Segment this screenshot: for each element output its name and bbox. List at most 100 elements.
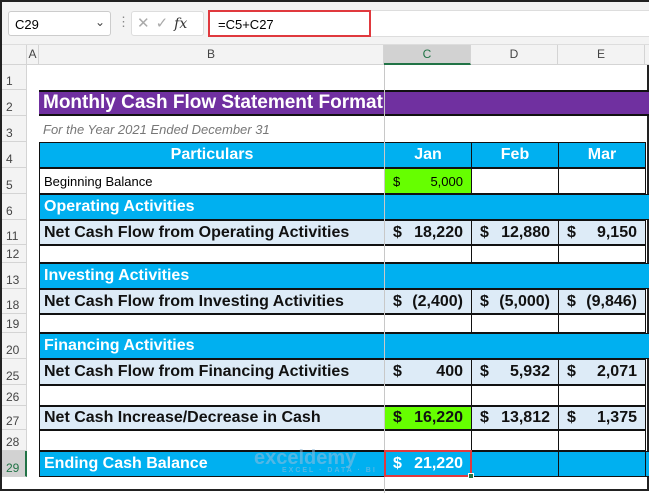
row-header-1[interactable]: 1 (2, 65, 27, 90)
amount: 16,220 (414, 409, 463, 426)
subtitle-cell[interactable]: For the Year 2021 Ended December 31 (39, 116, 384, 142)
value-cell[interactable]: $400 (384, 359, 472, 385)
empty-cell[interactable] (471, 245, 559, 263)
value-cell[interactable] (471, 451, 559, 477)
row-number: 4 (6, 152, 13, 166)
row-number: 28 (6, 435, 20, 449)
function-icon[interactable]: fx (174, 16, 187, 32)
empty-cell[interactable] (558, 385, 646, 406)
month-label: Jan (414, 146, 442, 163)
row-header-4[interactable]: 4 (2, 142, 27, 168)
value-cell[interactable]: $ (5,000) (471, 289, 559, 314)
value-cell[interactable]: $5,000 (384, 168, 472, 194)
section-label: Financing Activities (44, 337, 195, 354)
row-header-19[interactable]: 19 (2, 314, 27, 333)
name-box-value: C29 (15, 17, 39, 32)
empty-cell[interactable] (384, 245, 472, 263)
label-cell[interactable]: Beginning Balance (39, 168, 385, 194)
value-cell[interactable] (558, 451, 646, 477)
header-month[interactable]: Jan (384, 142, 472, 168)
column-header-a[interactable]: A (27, 45, 39, 65)
section-header[interactable]: Financing Activities (39, 333, 649, 359)
row-header-5[interactable]: 5 (2, 168, 27, 194)
column-header-c[interactable]: C (384, 45, 471, 65)
value-cell[interactable]: $ (9,846) (558, 289, 646, 314)
value-cell[interactable]: $16,220 (384, 406, 472, 430)
label-cell[interactable]: Net Cash Flow from Financing Activities (39, 359, 385, 385)
value-cell[interactable]: $ (2,400) (384, 289, 472, 314)
column-header-f[interactable] (645, 45, 649, 65)
row-header-26[interactable]: 26 (2, 385, 27, 406)
fill-handle[interactable] (468, 473, 474, 479)
section-header[interactable]: Investing Activities (39, 263, 649, 289)
value-cell[interactable] (471, 168, 559, 194)
header-month[interactable]: Mar (558, 142, 646, 168)
row-header-27[interactable]: 27 (2, 406, 27, 430)
amount: 18,220 (414, 223, 463, 241)
column-header-d[interactable]: D (471, 45, 558, 65)
value-cell[interactable]: $18,220 (384, 220, 472, 245)
drag-handle-icon[interactable]: ⋮ (117, 14, 130, 30)
row-header-18[interactable]: 18 (2, 289, 27, 314)
title-cell[interactable]: Monthly Cash Flow Statement Format (39, 90, 649, 116)
row-number: 3 (6, 126, 13, 140)
header-month[interactable]: Feb (471, 142, 559, 168)
currency-symbol: $ (393, 223, 402, 241)
select-all-corner[interactable] (2, 45, 27, 65)
row-number: 5 (6, 178, 13, 192)
row-header-25[interactable]: 25 (2, 359, 27, 385)
label-cell[interactable]: Net Cash Increase/Decrease in Cash (39, 406, 385, 430)
empty-cell[interactable] (384, 314, 472, 333)
header-particulars[interactable]: Particulars (39, 142, 385, 168)
row-header-12[interactable]: 12 (2, 245, 27, 263)
row-header-6[interactable]: 6 (2, 194, 27, 220)
empty-cell[interactable] (558, 430, 646, 451)
row-header-3[interactable]: 3 (2, 116, 27, 142)
value-cell[interactable]: $13,812 (471, 406, 559, 430)
selected-cell-c29[interactable] (384, 450, 472, 477)
value-cell[interactable]: $9,150 (558, 220, 646, 245)
row-header-11[interactable]: 11 (2, 220, 27, 245)
currency-symbol: $ (480, 409, 489, 426)
value-cell[interactable]: $1,375 (558, 406, 646, 430)
amount: (5,000) (499, 292, 550, 310)
empty-cell[interactable] (39, 430, 385, 451)
row-header-13[interactable]: 13 (2, 263, 27, 289)
value-cell[interactable]: $12,880 (471, 220, 559, 245)
empty-cell[interactable] (558, 245, 646, 263)
formula-input[interactable]: =C5+C27 (208, 10, 371, 37)
label-cell[interactable]: Net Cash Flow from Operating Activities (39, 220, 385, 245)
value-cell[interactable]: $2,071 (558, 359, 646, 385)
name-box[interactable]: C29 ⌄ (8, 11, 111, 36)
currency-symbol: $ (480, 363, 489, 380)
row-number: 11 (6, 229, 19, 243)
empty-cell[interactable] (471, 314, 559, 333)
value-cell[interactable]: $5,932 (471, 359, 559, 385)
empty-cell[interactable] (471, 430, 559, 451)
label-cell[interactable]: Net Cash Flow from Investing Activities (39, 289, 385, 314)
empty-cell[interactable] (558, 314, 646, 333)
value-cell[interactable] (558, 168, 646, 194)
row-number: 27 (6, 414, 20, 428)
currency-symbol: $ (567, 409, 576, 426)
confirm-icon[interactable]: ✓ (156, 15, 175, 32)
value-cell[interactable] (645, 451, 649, 477)
row-header-2[interactable]: 2 (2, 90, 27, 116)
currency-symbol: $ (393, 292, 402, 310)
empty-cell[interactable] (39, 385, 385, 406)
section-label: Operating Activities (44, 198, 195, 215)
column-header-e[interactable]: E (558, 45, 645, 65)
column-header-b[interactable]: B (39, 45, 384, 65)
empty-cell[interactable] (39, 245, 385, 263)
empty-cell[interactable] (384, 385, 472, 406)
row-header-29[interactable]: 29 (2, 451, 27, 477)
empty-cell[interactable] (39, 314, 385, 333)
section-header[interactable]: Operating Activities (39, 194, 649, 220)
cancel-icon[interactable]: ✕ (137, 15, 156, 32)
chevron-down-icon[interactable]: ⌄ (95, 15, 105, 29)
row-header-28[interactable]: 28 (2, 430, 27, 451)
row-header-20[interactable]: 20 (2, 333, 27, 359)
label-cell[interactable]: Ending Cash Balance (39, 451, 385, 477)
empty-cell[interactable] (384, 430, 472, 451)
empty-cell[interactable] (471, 385, 559, 406)
